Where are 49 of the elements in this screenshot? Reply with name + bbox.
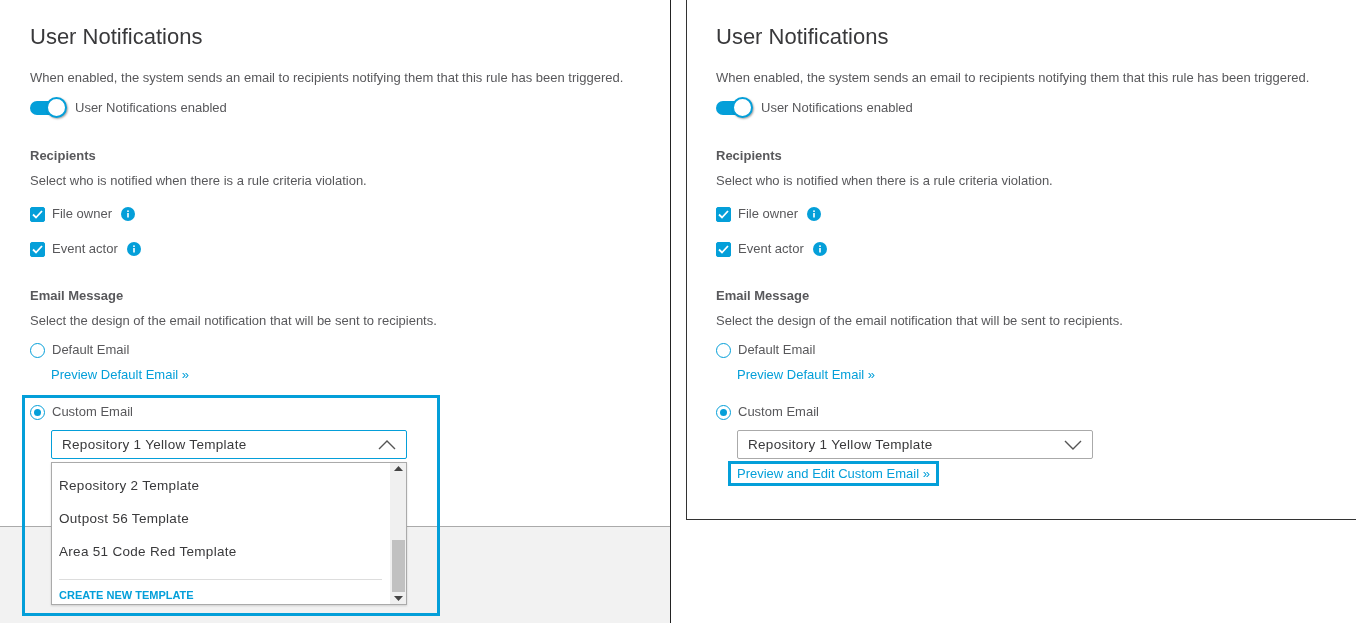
radio-button[interactable] — [716, 342, 731, 358]
checkbox-label: File owner — [52, 205, 112, 223]
section-heading: Recipients — [30, 147, 97, 165]
chevron-down-icon — [1064, 439, 1082, 450]
info-icon[interactable] — [120, 207, 135, 221]
help-text: Select who is notified when there is a rule criteria violation. — [30, 172, 368, 190]
help-text: Select the design of the email notification that will be sent to recipients. — [30, 312, 438, 330]
scrollbar-thumb[interactable] — [391, 540, 405, 592]
checkbox-label: Event actor — [52, 240, 118, 258]
checkbox[interactable] — [30, 206, 45, 222]
checkbox-label: Event actor — [738, 240, 804, 258]
section-title: User Notifications — [30, 24, 204, 50]
section-title: User Notifications — [716, 24, 890, 50]
checkmark-icon — [718, 209, 729, 219]
radio-label: Custom Email — [52, 403, 133, 421]
info-icon[interactable] — [126, 242, 141, 256]
scroll-up-arrow-icon[interactable] — [393, 466, 403, 471]
section-heading: Email Message — [30, 287, 125, 305]
checkmark-icon — [32, 244, 43, 254]
scrollbar[interactable] — [390, 463, 406, 604]
template-option[interactable]: Outpost 56 Template — [59, 510, 382, 543]
checkbox[interactable] — [716, 206, 731, 222]
template-option[interactable]: Area 51 Code Red Template — [59, 543, 382, 576]
radio-button[interactable] — [30, 342, 45, 358]
radio-button[interactable] — [716, 404, 731, 420]
description-text: When enabled, the system sends an email to recipients notifying them that this rule has been triggered. — [716, 69, 1311, 87]
radio-button[interactable] — [30, 404, 45, 420]
checkmark-icon — [32, 209, 43, 219]
checkbox-label: File owner — [738, 205, 798, 223]
section-heading: Recipients — [716, 147, 783, 165]
checkmark-icon — [718, 244, 729, 254]
checkbox[interactable] — [30, 241, 45, 257]
section-heading: Email Message — [716, 287, 811, 305]
description-text: When enabled, the system sends an email to recipients notifying them that this rule has been triggered. — [30, 69, 625, 87]
radio-label: Default Email — [52, 341, 130, 359]
help-text: Select who is notified when there is a rule criteria violation. — [716, 172, 1054, 190]
radio-label: Default Email — [738, 341, 816, 359]
template-select[interactable]: Repository 1 Yellow Template — [737, 430, 1093, 459]
checkbox[interactable] — [716, 241, 731, 257]
toggle-label: User Notifications enabled — [761, 99, 913, 117]
radio-label: Custom Email — [738, 403, 819, 421]
scroll-down-arrow-icon[interactable] — [393, 596, 403, 601]
template-select[interactable]: Repository 1 Yellow Template — [51, 430, 407, 459]
template-option[interactable]: Repository 2 Template — [59, 477, 382, 510]
toggle-label: User Notifications enabled — [75, 99, 227, 117]
help-text: Select the design of the email notification that will be sent to recipients. — [716, 312, 1124, 330]
chevron-up-icon — [378, 439, 396, 450]
info-icon[interactable] — [812, 242, 827, 256]
info-icon[interactable] — [806, 207, 821, 221]
